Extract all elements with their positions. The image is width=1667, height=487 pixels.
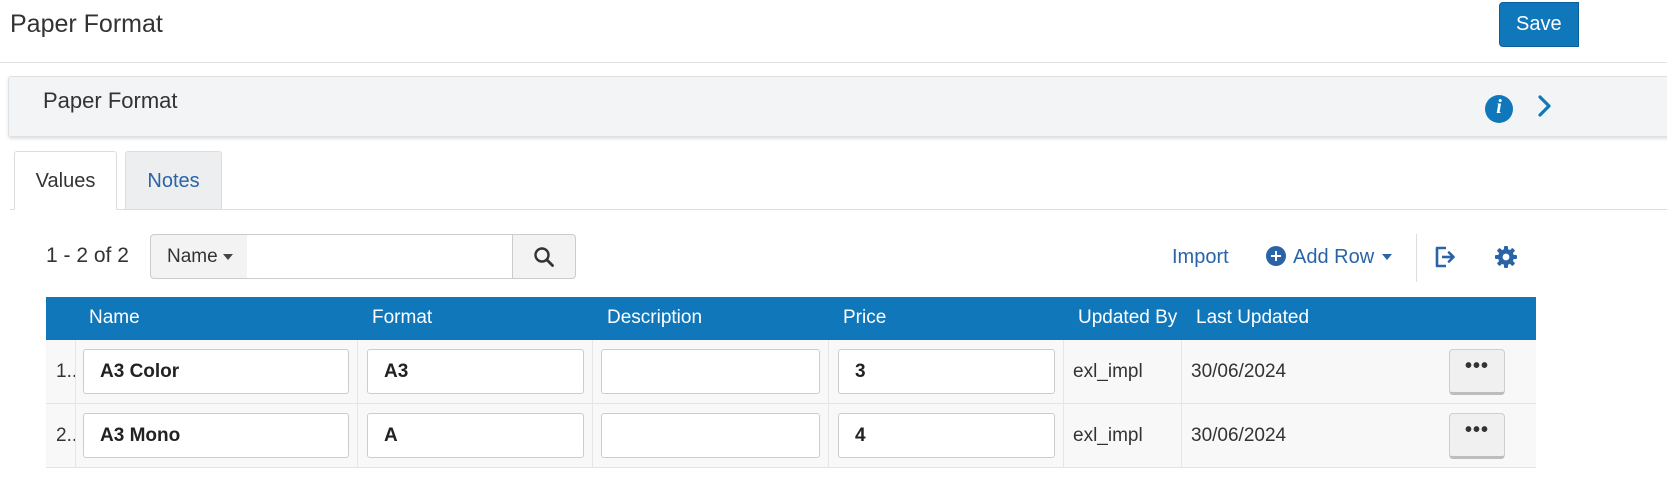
tab-values[interactable]: Values	[14, 151, 117, 210]
column-divider	[357, 340, 358, 403]
column-header-name[interactable]: Name	[89, 307, 140, 329]
top-bar: Paper Format Save	[0, 0, 1667, 63]
plus-circle-icon	[1266, 246, 1286, 266]
caret-down-icon	[1382, 254, 1392, 260]
info-icon[interactable]: i	[1485, 95, 1513, 123]
row-number: 1..	[56, 361, 78, 382]
tab-notes[interactable]: Notes	[125, 151, 222, 209]
chevron-right-icon[interactable]	[1533, 93, 1555, 119]
column-divider	[828, 404, 829, 467]
page-title: Paper Format	[10, 10, 163, 38]
import-link[interactable]: Import	[1172, 246, 1229, 269]
price-field[interactable]: 3	[838, 349, 1055, 394]
row-number: 2..	[56, 425, 78, 446]
updated-by-value: exl_impl	[1073, 361, 1143, 382]
column-divider	[357, 404, 358, 467]
price-field[interactable]: 4	[838, 413, 1055, 458]
updated-by-value: exl_impl	[1073, 425, 1143, 446]
column-header-price[interactable]: Price	[843, 307, 886, 329]
column-header-description[interactable]: Description	[607, 307, 702, 329]
last-updated-value: 30/06/2024	[1191, 425, 1287, 446]
table-row: 2.. A3 Mono A 4 exl_impl 30/06/2024 •••	[46, 404, 1536, 468]
row-actions-button[interactable]: •••	[1449, 413, 1505, 459]
column-divider	[1181, 340, 1182, 403]
name-field[interactable]: A3 Color	[83, 349, 349, 394]
save-button[interactable]: Save	[1499, 2, 1579, 47]
column-divider	[1181, 404, 1182, 467]
add-row-label: Add Row	[1293, 246, 1375, 268]
results-count: 1 - 2 of 2	[46, 244, 129, 267]
column-divider	[828, 340, 829, 403]
column-divider	[592, 340, 593, 403]
last-updated-value: 30/06/2024	[1191, 361, 1287, 382]
name-field[interactable]: A3 Mono	[83, 413, 349, 458]
row-actions-button[interactable]: •••	[1449, 349, 1505, 395]
more-icon: •••	[1464, 419, 1489, 441]
section-title: Paper Format	[43, 88, 178, 113]
column-header-updated-by[interactable]: Updated By	[1078, 307, 1177, 329]
table-row: 1.. A3 Color A3 3 exl_impl 30/06/2024 ••…	[46, 340, 1536, 404]
export-icon[interactable]	[1432, 244, 1458, 270]
section-header[interactable]: Paper Format i	[8, 76, 1667, 137]
table-header: Name Format Description Price Updated By…	[46, 297, 1536, 340]
search-icon	[534, 247, 554, 267]
search-field-label: Name	[167, 246, 218, 267]
description-field[interactable]	[601, 413, 820, 458]
column-header-format[interactable]: Format	[372, 307, 432, 329]
toolbar-divider	[1416, 234, 1417, 282]
gear-icon[interactable]	[1494, 245, 1518, 269]
column-divider	[75, 340, 76, 403]
search-input[interactable]	[247, 234, 513, 279]
format-field[interactable]: A	[367, 413, 584, 458]
column-header-last-updated[interactable]: Last Updated	[1196, 307, 1309, 329]
column-divider	[592, 404, 593, 467]
description-field[interactable]	[601, 349, 820, 394]
search-field-dropdown[interactable]: Name	[150, 234, 248, 279]
tabs-divider	[10, 209, 1667, 210]
column-divider	[1063, 404, 1064, 467]
caret-down-icon	[222, 253, 233, 260]
column-divider	[75, 404, 76, 467]
column-divider	[1063, 340, 1064, 403]
format-field[interactable]: A3	[367, 349, 584, 394]
more-icon: •••	[1464, 355, 1489, 377]
search-button[interactable]	[512, 234, 576, 279]
